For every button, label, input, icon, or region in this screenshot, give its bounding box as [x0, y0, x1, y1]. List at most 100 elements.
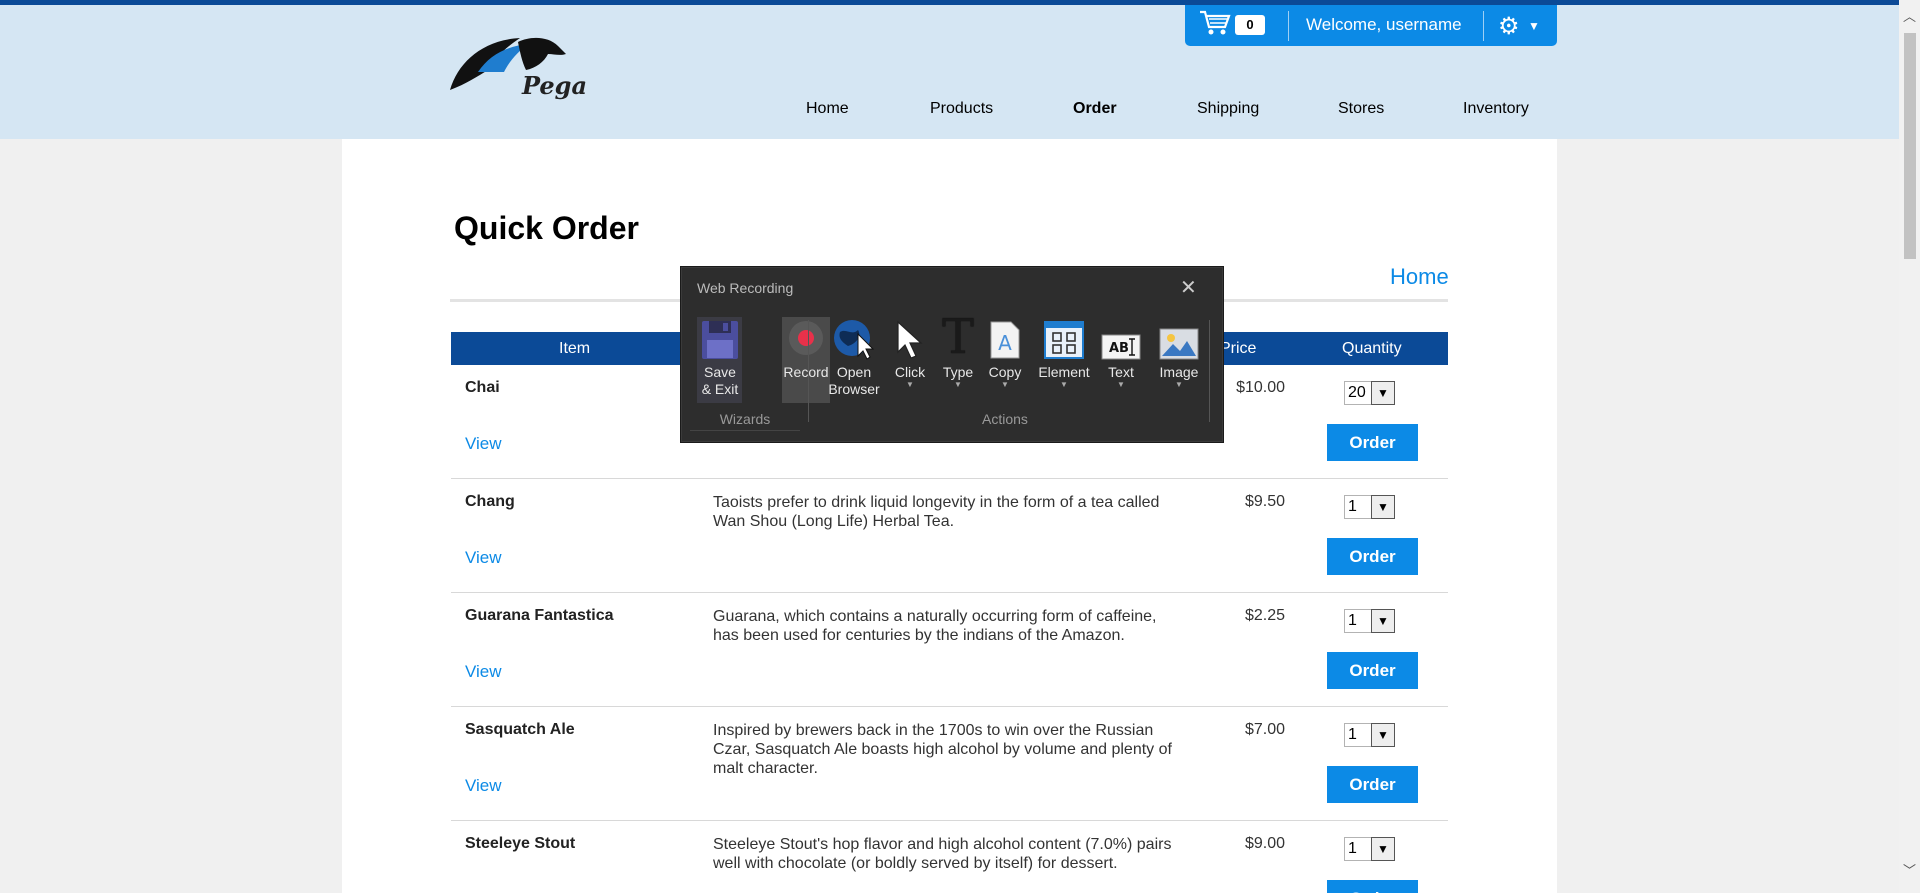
cart-count-badge: 0: [1235, 15, 1265, 35]
item-price: $2.25: [1244, 607, 1285, 624]
image-button[interactable]: Image ▼: [1152, 318, 1206, 389]
text-button[interactable]: AB Text ▼: [1096, 318, 1146, 389]
close-icon[interactable]: ✕: [1180, 275, 1197, 300]
caret-down-icon[interactable]: ▼: [1528, 19, 1540, 33]
nav-home[interactable]: Home: [806, 100, 849, 118]
quantity-value: 20: [1344, 381, 1371, 405]
item-name: Sasquatch Ale: [465, 721, 575, 738]
divider: [1209, 320, 1210, 422]
order-button[interactable]: Order: [1327, 766, 1418, 803]
image-label: Image: [1159, 364, 1199, 380]
divider: [1288, 11, 1289, 41]
save-label-line2: & Exit: [701, 381, 739, 397]
view-link[interactable]: View: [465, 434, 502, 454]
order-button[interactable]: Order: [1327, 424, 1418, 461]
scrollbar-thumb[interactable]: [1904, 33, 1916, 259]
wizards-group-label: Wizards: [719, 411, 771, 427]
nav-order[interactable]: Order: [1073, 100, 1117, 118]
nav-stores[interactable]: Stores: [1338, 100, 1384, 118]
view-link[interactable]: View: [465, 548, 502, 568]
element-button[interactable]: Element ▼: [1032, 318, 1096, 389]
type-button[interactable]: T Type ▼: [935, 309, 981, 389]
chevron-down-icon[interactable]: ▼: [1371, 723, 1395, 747]
item-name: Chang: [465, 493, 515, 510]
copy-button[interactable]: A Copy ▼: [982, 318, 1028, 389]
floppy-disk-icon: [693, 318, 747, 360]
svg-text:AB: AB: [1109, 341, 1129, 356]
view-link[interactable]: View: [465, 776, 502, 796]
chevron-down-icon[interactable]: ▼: [1371, 609, 1395, 633]
open-browser-button[interactable]: Open Browser: [824, 318, 884, 398]
svg-text:A: A: [998, 331, 1012, 355]
type-label: Type: [942, 364, 974, 380]
item-description: Inspired by brewers back in the 1700s to…: [713, 722, 1172, 777]
globe-cursor-icon: [824, 318, 884, 360]
browser-label: Browser: [828, 381, 880, 397]
caret-down-icon: ▼: [1001, 380, 1009, 389]
divider: [1483, 11, 1484, 41]
element-grid-icon: [1032, 318, 1096, 360]
nav-inventory[interactable]: Inventory: [1463, 100, 1529, 118]
column-header-quantity: Quantity: [1342, 340, 1402, 357]
vertical-scrollbar[interactable]: ︿ ﹀: [1899, 0, 1920, 893]
nav-products[interactable]: Products: [930, 100, 993, 118]
chevron-down-icon[interactable]: ▼: [1371, 837, 1395, 861]
chevron-up-icon[interactable]: ︿: [1903, 6, 1916, 25]
item-name: Chai: [465, 379, 500, 396]
table-row: Chang View Taoists prefer to drink liqui…: [451, 479, 1448, 593]
text-label: Text: [1108, 364, 1134, 380]
item-price: $9.00: [1244, 835, 1285, 852]
welcome-user-link[interactable]: Welcome, username: [1306, 15, 1462, 35]
click-label: Click: [894, 364, 926, 380]
chevron-down-icon[interactable]: ▼: [1371, 381, 1395, 405]
column-header-item: Item: [559, 340, 591, 357]
item-price: $7.00: [1244, 721, 1285, 738]
home-link[interactable]: Home: [1390, 264, 1449, 290]
quantity-select[interactable]: 1 ▼: [1344, 723, 1395, 747]
chevron-down-icon[interactable]: ﹀: [1903, 860, 1916, 879]
table-row: Steeleye Stout View Steeleye Stout's hop…: [451, 821, 1448, 893]
document-icon: A: [982, 318, 1028, 360]
caret-down-icon: ▼: [906, 380, 914, 389]
site-header: [0, 5, 1899, 139]
order-button[interactable]: Order: [1327, 880, 1418, 893]
save-label: Save: [704, 364, 736, 380]
caret-down-icon: ▼: [1060, 380, 1068, 389]
order-button[interactable]: Order: [1327, 652, 1418, 689]
caret-down-icon: ▼: [1175, 380, 1183, 389]
view-link[interactable]: View: [465, 662, 502, 682]
item-description: Steeleye Stout's hop flavor and high alc…: [713, 836, 1172, 872]
item-name: Guarana Fantastica: [465, 607, 614, 624]
cursor-icon: [886, 318, 934, 360]
quantity-value: 1: [1344, 837, 1371, 861]
click-button[interactable]: Click ▼: [886, 318, 934, 389]
table-row: Guarana Fantastica View Guarana, which c…: [451, 593, 1448, 707]
actions-group-label: Actions: [982, 411, 1028, 427]
item-price: $9.50: [1244, 493, 1285, 510]
order-button[interactable]: Order: [1327, 538, 1418, 575]
divider: [690, 430, 800, 431]
toolbar-title: Web Recording: [697, 280, 794, 296]
quantity-select[interactable]: 1 ▼: [1344, 837, 1395, 861]
user-bar: 0 Welcome, username ⚙ ▼: [1185, 5, 1557, 46]
web-recording-toolbar: Web Recording ✕ Save & Exit Record Open …: [681, 267, 1223, 442]
quantity-value: 1: [1344, 723, 1371, 747]
open-label: Open: [836, 364, 872, 380]
quantity-value: 1: [1344, 609, 1371, 633]
quantity-select[interactable]: 1 ▼: [1344, 609, 1395, 633]
type-icon: T: [941, 309, 974, 365]
gear-icon[interactable]: ⚙: [1498, 12, 1520, 41]
save-exit-button[interactable]: Save & Exit: [693, 318, 747, 398]
text-field-icon: AB: [1096, 318, 1146, 360]
cart-button[interactable]: 0: [1199, 10, 1269, 40]
logo-wordmark: Pega: [522, 71, 588, 100]
copy-label: Copy: [988, 364, 1022, 380]
chevron-down-icon[interactable]: ▼: [1371, 495, 1395, 519]
quantity-value: 1: [1344, 495, 1371, 519]
quantity-select[interactable]: 1 ▼: [1344, 495, 1395, 519]
quantity-select[interactable]: 20 ▼: [1344, 381, 1395, 405]
divider: [808, 320, 809, 422]
cart-icon: [1199, 9, 1231, 42]
caret-down-icon: ▼: [954, 380, 962, 389]
nav-shipping[interactable]: Shipping: [1197, 100, 1259, 118]
